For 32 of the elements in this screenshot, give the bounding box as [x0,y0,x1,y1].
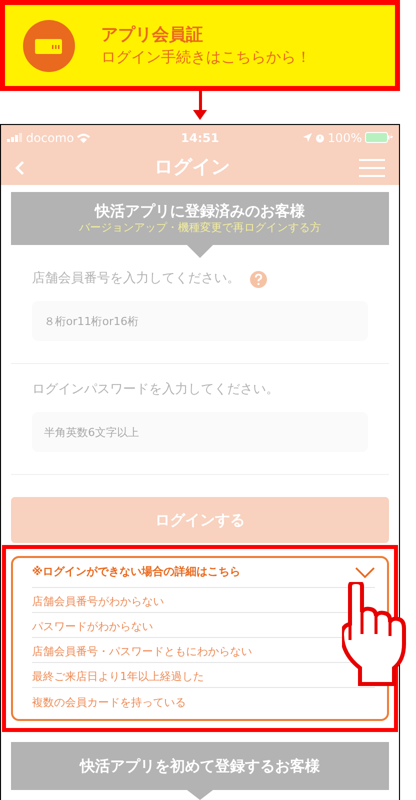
banner[interactable]: アプリ会員証 ログイン手続きはこちらから！ [0,0,400,91]
card-icon [23,20,75,72]
accordion-title[interactable]: ※ログインができない場合の詳細はこちら [32,564,241,581]
help-icon[interactable] [250,270,267,288]
location-icon [302,133,312,142]
arrow-icon [192,91,208,121]
signal-icon [7,133,23,142]
help-link[interactable]: パスワードがわからない [32,618,153,635]
section-title: 快活アプリを初めて登録するお客様 [80,756,320,777]
banner-title: アプリ会員証 [101,24,204,46]
battery-percent: 100% [328,130,362,147]
back-icon[interactable] [15,160,25,176]
banner-subtitle: ログイン手続きはこちらから！ [101,48,311,66]
carrier-name: docomo [26,130,74,147]
help-link[interactable]: 複数の会員カードを持っている [32,694,186,711]
login-button[interactable]: ログインする [11,497,389,543]
chevron-icon[interactable] [355,566,375,578]
help-link[interactable]: 最終ご来店日より1年以上経過した [32,668,204,685]
field-label: 店舗会員番号を入力してください。 [32,270,240,288]
input-field[interactable]: 半角英数6文字以上 [32,412,368,452]
wifi-icon [76,132,90,143]
alarm-icon [314,132,325,143]
section-title: 快活アプリに登録済みのお客様 [95,202,305,221]
battery-icon [364,132,393,144]
section-subtitle: バージョンアップ・機種変更で再ログインする方 [79,221,321,235]
help-link[interactable]: 店舗会員番号・パスワードともにわからない [32,644,252,660]
help-link[interactable]: 店舗会員番号がわからない [32,594,164,610]
status-time: 14:51 [180,130,220,147]
page-title: ログイン [154,155,230,180]
input-field[interactable]: ８桁or11桁or16桁 [32,301,368,341]
menu-icon[interactable] [359,158,385,177]
field-label: ログインパスワードを入力してください。 [32,381,279,400]
